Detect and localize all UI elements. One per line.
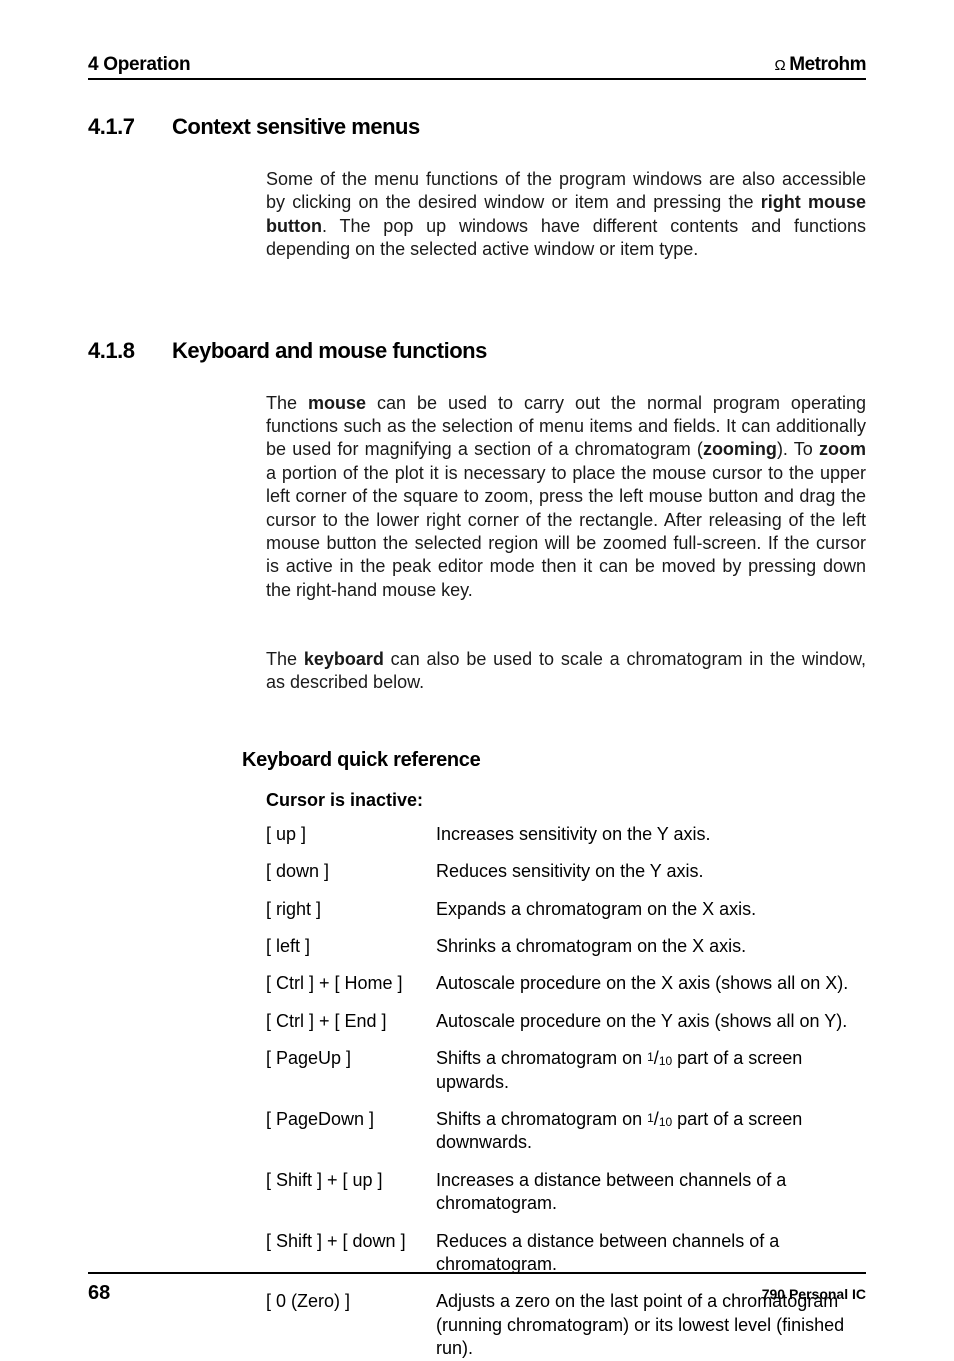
kbd-key: [ right ] — [266, 898, 436, 921]
ohm-icon: Ω — [775, 57, 786, 74]
section-417-paragraph: Some of the menu functions of the progra… — [266, 168, 866, 262]
page-number: 68 — [88, 1282, 110, 1305]
kbd-desc: Autoscale procedure on the Y axis (shows… — [436, 1010, 866, 1033]
fraction: 1/10 — [647, 1108, 672, 1131]
kbd-row: [ Ctrl ] + [ Home ] Autoscale procedure … — [266, 972, 866, 995]
kbd-row: [ Ctrl ] + [ End ] Autoscale procedure o… — [266, 1010, 866, 1033]
brand-logo: ΩMetrohm — [775, 54, 866, 76]
page-footer: 68 790 Personal IC — [88, 1272, 866, 1305]
kbd-desc: Shrinks a chromatogram on the X axis. — [436, 935, 866, 958]
keyboard-quick-reference-heading: Keyboard quick reference — [242, 749, 866, 772]
text-run: Shifts a chromatogram on — [436, 1109, 647, 1129]
kbd-key: [ Ctrl ] + [ Home ] — [266, 972, 436, 995]
section-417-heading: 4.1.7 Context sensitive menus — [88, 114, 866, 140]
kbd-desc: Autoscale procedure on the X axis (shows… — [436, 972, 866, 995]
fraction-num: 1 — [647, 1050, 654, 1066]
kbd-row: [ down ] Reduces sensitivity on the Y ax… — [266, 860, 866, 883]
page-header: 4 Operation ΩMetrohm — [88, 54, 866, 80]
header-chapter: 4 Operation — [88, 54, 190, 76]
section-418-paragraph-2: The keyboard can also be used to scale a… — [266, 648, 866, 695]
manual-name: 790 Personal IC — [762, 1286, 866, 1302]
kbd-key: [ PageDown ] — [266, 1108, 436, 1155]
bold-run: zooming — [703, 439, 777, 459]
fraction: 1/10 — [647, 1047, 672, 1070]
kbd-key: [ down ] — [266, 860, 436, 883]
kbd-row: [ right ] Expands a chromatogram on the … — [266, 898, 866, 921]
text-run: The — [266, 649, 304, 669]
kbd-desc: Shifts a chromatogram on 1/10 part of a … — [436, 1047, 866, 1094]
kbd-row: [ up ] Increases sensitivity on the Y ax… — [266, 823, 866, 846]
section-title: Keyboard and mouse functions — [172, 338, 487, 364]
kbd-desc: Reduces sensitivity on the Y axis. — [436, 860, 866, 883]
section-number: 4.1.7 — [88, 114, 172, 140]
kbd-key: [ PageUp ] — [266, 1047, 436, 1094]
text-run: ). To — [777, 439, 819, 459]
kbd-key: [ up ] — [266, 823, 436, 846]
kbd-key: [ Ctrl ] + [ End ] — [266, 1010, 436, 1033]
bold-run: zoom — [819, 439, 866, 459]
text-run: a portion of the plot it is necessary to… — [266, 463, 866, 600]
kbd-row: [ Shift ] + [ down ] Reduces a distance … — [266, 1230, 866, 1277]
cursor-inactive-heading: Cursor is inactive: — [266, 790, 866, 811]
text-run: The — [266, 393, 308, 413]
section-418-heading: 4.1.8 Keyboard and mouse functions — [88, 338, 866, 364]
kbd-key: [ Shift ] + [ up ] — [266, 1169, 436, 1216]
kbd-desc: Reduces a distance between channels of a… — [436, 1230, 866, 1277]
fraction-num: 1 — [647, 1111, 654, 1127]
fraction-den: 10 — [659, 1054, 672, 1070]
kbd-key: [ left ] — [266, 935, 436, 958]
brand-name: Metrohm — [789, 54, 866, 76]
kbd-row: [ Shift ] + [ up ] Increases a distance … — [266, 1169, 866, 1216]
bold-run: mouse — [308, 393, 366, 413]
kbd-desc: Increases a distance between channels of… — [436, 1169, 866, 1216]
bold-run: keyboard — [304, 649, 384, 669]
kbd-key: [ Shift ] + [ down ] — [266, 1230, 436, 1277]
kbd-row: [ left ] Shrinks a chromatogram on the X… — [266, 935, 866, 958]
kbd-row: [ PageDown ] Shifts a chromatogram on 1/… — [266, 1108, 866, 1155]
kbd-row: [ PageUp ] Shifts a chromatogram on 1/10… — [266, 1047, 866, 1094]
section-title: Context sensitive menus — [172, 114, 420, 140]
fraction-den: 10 — [659, 1115, 672, 1131]
kbd-desc: Increases sensitivity on the Y axis. — [436, 823, 866, 846]
section-418-paragraph-1: The mouse can be used to carry out the n… — [266, 392, 866, 603]
text-run: Shifts a chromatogram on — [436, 1048, 647, 1068]
text-run: . The pop up windows have different cont… — [266, 216, 866, 259]
kbd-desc: Shifts a chromatogram on 1/10 part of a … — [436, 1108, 866, 1155]
kbd-desc: Expands a chromatogram on the X axis. — [436, 898, 866, 921]
section-number: 4.1.8 — [88, 338, 172, 364]
